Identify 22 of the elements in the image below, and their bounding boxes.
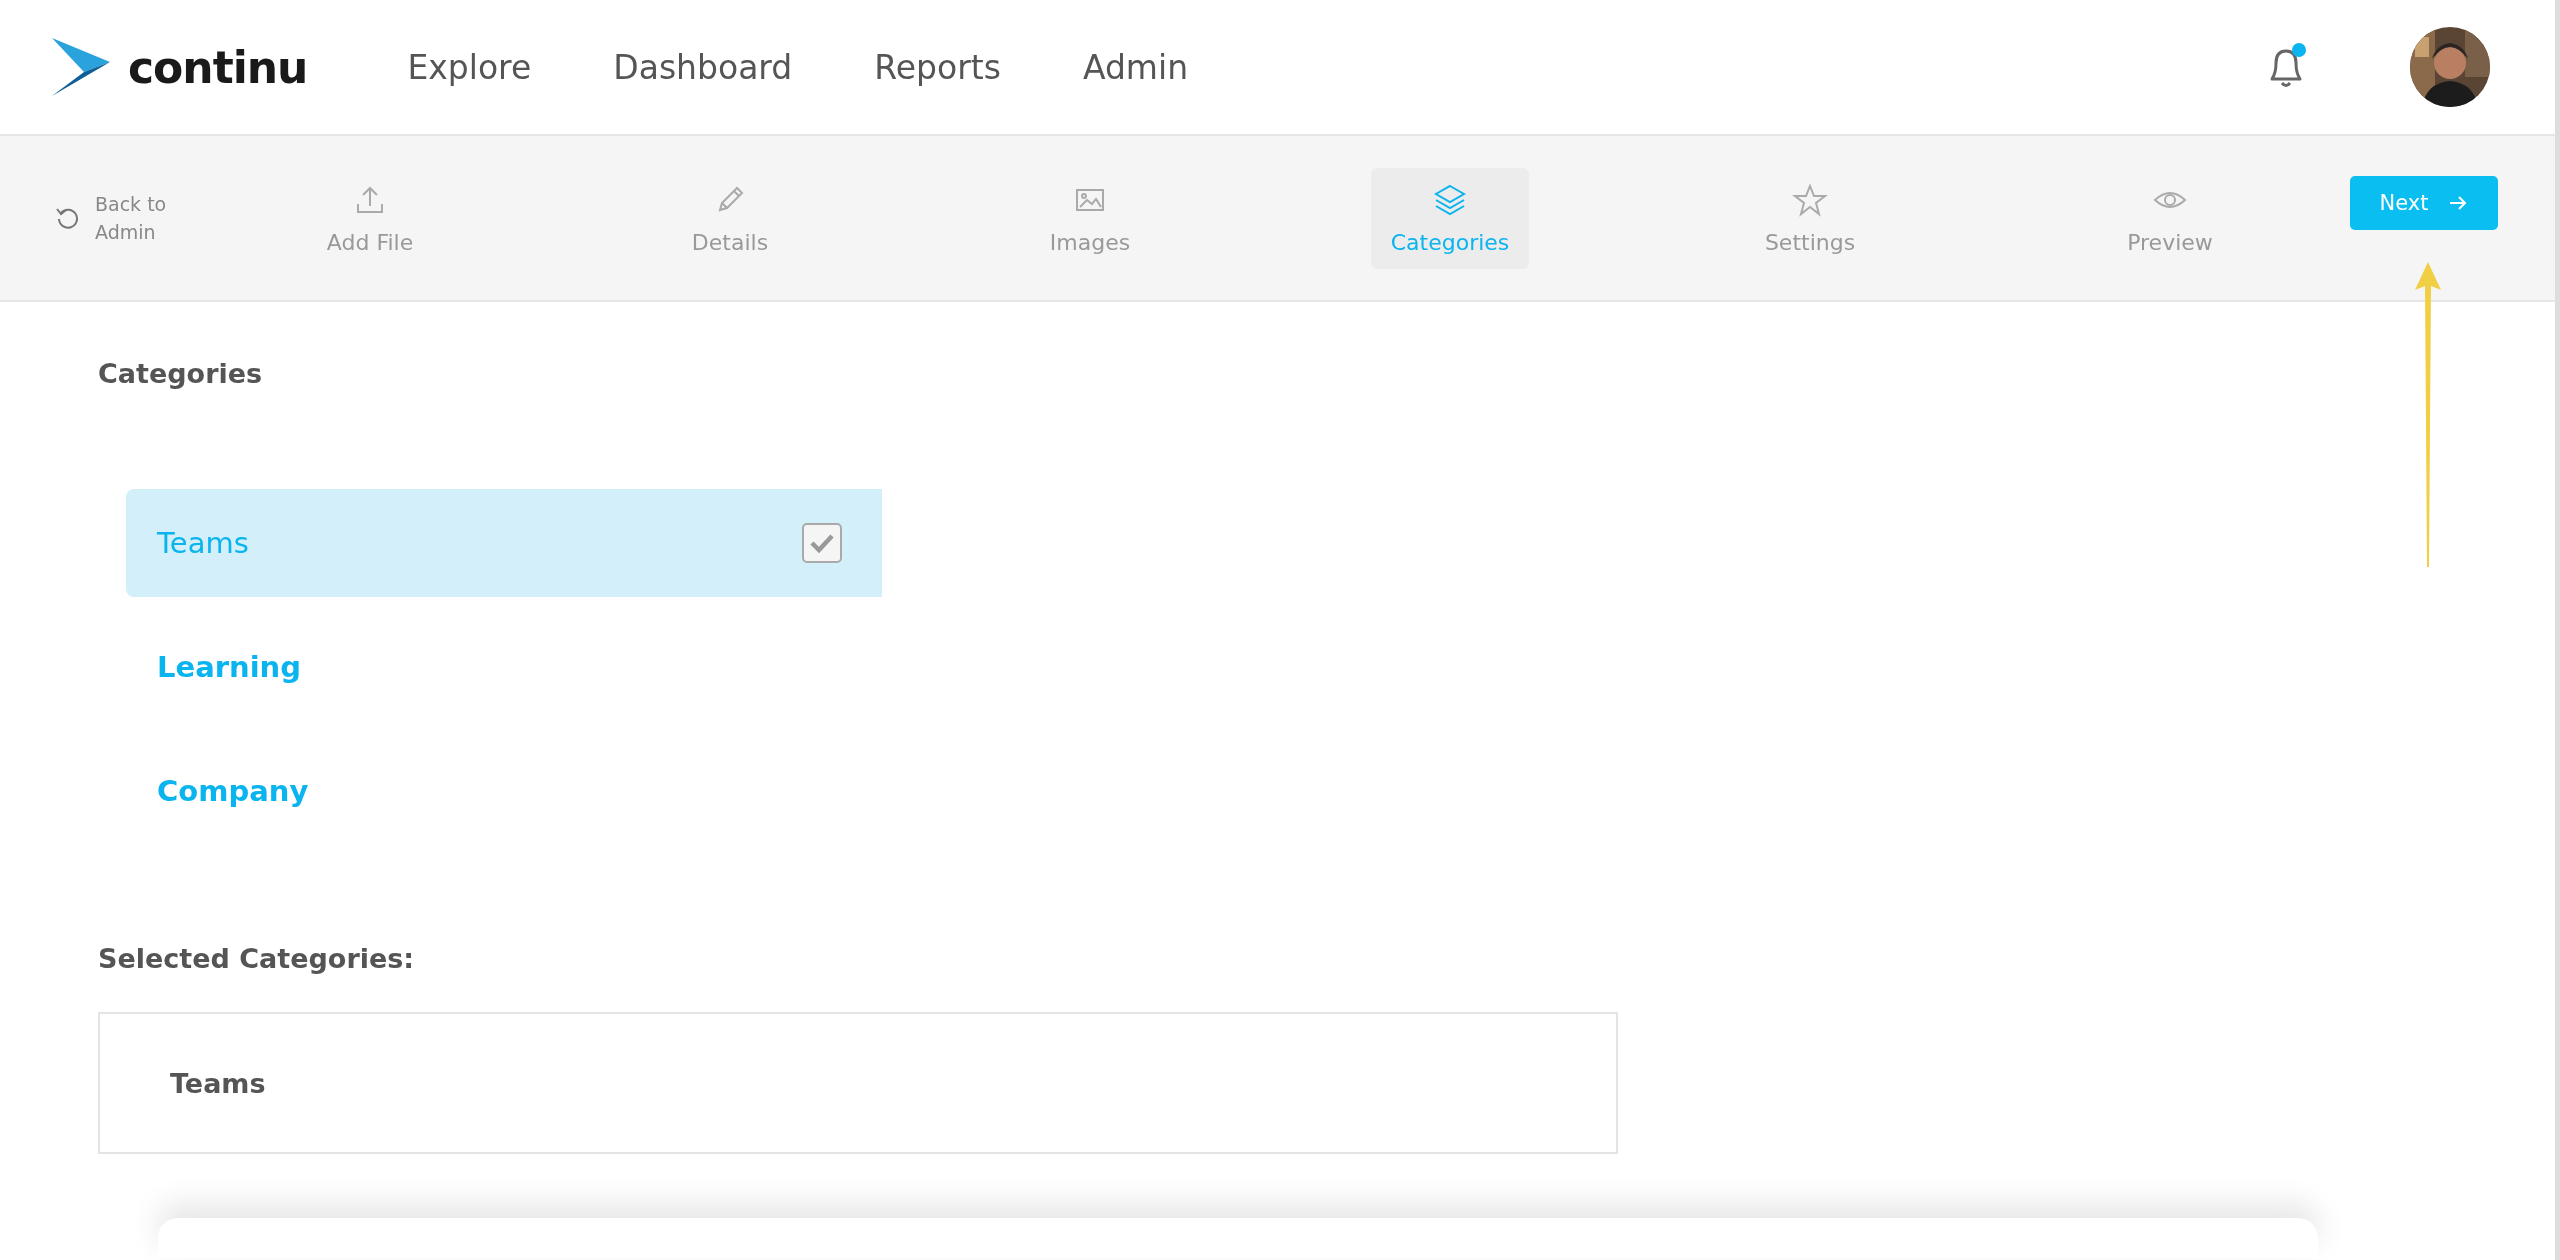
step-tab[interactable]: Details <box>671 167 789 269</box>
nav-link[interactable]: Admin <box>1082 47 1189 87</box>
next-button[interactable]: Next <box>2350 176 2498 230</box>
nav-link[interactable]: Dashboard <box>613 47 793 87</box>
step-tab[interactable]: Images <box>1029 167 1151 269</box>
checkbox[interactable] <box>802 523 842 563</box>
check-icon <box>809 532 835 554</box>
nav-link[interactable]: Reports <box>874 47 1001 87</box>
back-link[interactable]: Back to Admin <box>55 190 190 246</box>
category-item[interactable]: Learning <box>126 613 882 721</box>
logo-icon <box>50 36 112 98</box>
nav-link[interactable]: Explore <box>407 47 532 87</box>
step-tab[interactable]: Settings <box>1744 167 1876 269</box>
logo-text: continu <box>128 41 308 93</box>
section-title: Selected Categories: <box>98 943 416 974</box>
category-item[interactable]: Company <box>126 737 882 845</box>
step-tab[interactable]: Categories <box>1370 167 1530 269</box>
selected-category: Teams <box>170 1067 266 1099</box>
step-tab[interactable]: Add File <box>306 167 434 269</box>
section-title: Categories <box>98 358 264 389</box>
category-item[interactable]: Teams <box>126 489 882 597</box>
step-tab[interactable]: Preview <box>2107 167 2233 269</box>
